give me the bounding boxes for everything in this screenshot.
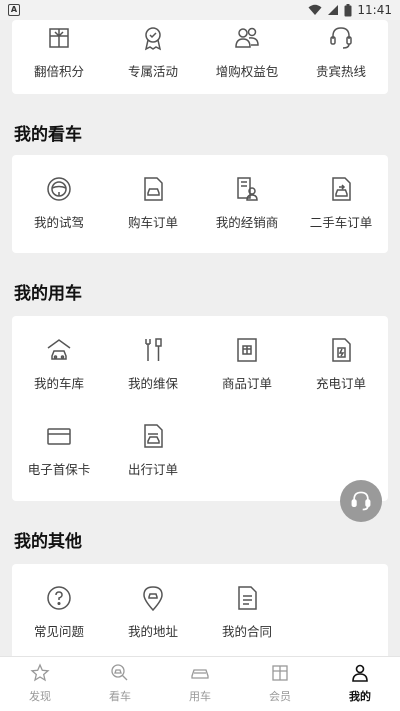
scroll-area[interactable]: 翻倍积分 专属活动 增购权益包 贵宾热线 我的看车 我的试驾 购车订单 我的经销… [0, 20, 400, 656]
grid-item-my-garage[interactable]: 我的车库 [12, 336, 106, 392]
grid-item-label: 我的地址 [127, 624, 178, 639]
customer-service-button[interactable] [340, 480, 382, 522]
card-icon [47, 428, 71, 445]
people-icon [235, 27, 259, 48]
car-icon [191, 669, 209, 679]
grid-item-label: 二手车订单 [309, 215, 373, 230]
grid-item-charging-order[interactable]: 充电订单 [294, 336, 388, 392]
tab-label: 用车 [189, 690, 211, 703]
view-car-icon [111, 664, 128, 681]
grid-item-exclusive-activity[interactable]: 专属活动 [106, 24, 200, 80]
grid-item-label: 专属活动 [127, 64, 178, 79]
trip-order-icon [144, 424, 163, 448]
question-icon [47, 586, 71, 610]
grid-item-label: 我的试驾 [33, 215, 84, 230]
grid-item-label: 商品订单 [221, 376, 272, 391]
grid-item-label: 我的经销商 [215, 215, 279, 230]
use-car-card: 我的车库 我的维保 商品订单 充电订单 电子首保卡 出行订单 [12, 316, 388, 501]
grid-item-label: 充电订单 [315, 376, 366, 391]
steering-wheel-icon [47, 177, 71, 201]
grid-item-maintenance[interactable]: 我的维保 [106, 336, 200, 392]
garage-icon [47, 339, 71, 360]
car-document-icon [144, 177, 163, 201]
user-icon [352, 664, 368, 682]
headset-icon [351, 491, 371, 511]
grid-item-faq[interactable]: 常见问题 [12, 584, 106, 640]
grid-item-product-order[interactable]: 商品订单 [200, 336, 294, 392]
grid-item-my-dealer[interactable]: 我的经销商 [200, 175, 294, 231]
grid-item-double-points[interactable]: 翻倍积分 [12, 24, 106, 80]
tab-discover[interactable]: 发现 [0, 657, 80, 711]
gift-box-icon [49, 28, 69, 48]
location-icon [143, 586, 163, 612]
grid-item-trip-order[interactable]: 出行订单 [106, 422, 200, 478]
used-car-document-icon [332, 177, 351, 201]
grid-item-label: 常见问题 [33, 624, 84, 639]
charging-icon [332, 338, 351, 362]
section-title-other: 我的其他 [14, 532, 82, 552]
grid-item-my-address[interactable]: 我的地址 [106, 584, 200, 640]
tab-label: 我的 [349, 690, 371, 703]
wifi-icon [308, 4, 322, 15]
contract-icon [238, 586, 257, 610]
grid-item-addon-benefits[interactable]: 增购权益包 [200, 24, 294, 80]
grid-item-label: 增购权益包 [215, 64, 279, 79]
grid-item-test-drive[interactable]: 我的试驾 [12, 175, 106, 231]
status-right: 11:41 [308, 3, 392, 17]
tab-use-car[interactable]: 用车 [160, 657, 240, 711]
grid-item-label: 我的合同 [221, 624, 272, 639]
grid-item-label: 我的车库 [33, 376, 84, 391]
tab-label: 发现 [29, 690, 51, 703]
signal-icon [328, 5, 339, 15]
view-car-card: 我的试驾 购车订单 我的经销商 二手车订单 [12, 155, 388, 253]
status-left: A [8, 4, 20, 16]
member-icon [272, 665, 288, 681]
other-card: 常见问题 我的地址 我的合同 [12, 564, 388, 656]
medal-icon [144, 27, 162, 51]
tab-mine[interactable]: 我的 [320, 657, 400, 711]
battery-icon [344, 3, 352, 16]
tab-member[interactable]: 会员 [240, 657, 320, 711]
benefits-card: 翻倍积分 专属活动 增购权益包 贵宾热线 [12, 20, 388, 94]
grid-item-label: 电子首保卡 [27, 462, 91, 477]
star-icon [30, 663, 50, 682]
grid-item-label: 购车订单 [127, 215, 178, 230]
tab-view-car[interactable]: 看车 [80, 657, 160, 711]
product-order-icon [237, 338, 257, 362]
grid-item-purchase-order[interactable]: 购车订单 [106, 175, 200, 231]
grid-item-my-contract[interactable]: 我的合同 [200, 584, 294, 640]
grid-item-vip-hotline[interactable]: 贵宾热线 [294, 24, 388, 80]
grid-item-warranty-card[interactable]: 电子首保卡 [12, 422, 106, 478]
grid-item-label: 出行订单 [127, 462, 178, 477]
status-bar: A 11:41 [0, 0, 400, 20]
grid-item-used-car-order[interactable]: 二手车订单 [294, 175, 388, 231]
dealer-icon [237, 177, 258, 201]
section-title-view-car: 我的看车 [14, 125, 82, 145]
bottom-tab-bar: 发现 看车 用车 会员 我的 [0, 656, 400, 711]
tab-label: 看车 [109, 690, 131, 703]
tools-icon [145, 338, 162, 361]
tab-label: 会员 [269, 690, 291, 703]
headset-icon [330, 27, 352, 49]
status-time: 11:41 [357, 3, 392, 17]
section-title-use-car: 我的用车 [14, 284, 82, 304]
grid-item-label: 我的维保 [127, 376, 178, 391]
grid-item-label: 贵宾热线 [315, 64, 366, 79]
notification-icon: A [8, 4, 20, 16]
grid-item-label: 翻倍积分 [33, 64, 84, 79]
